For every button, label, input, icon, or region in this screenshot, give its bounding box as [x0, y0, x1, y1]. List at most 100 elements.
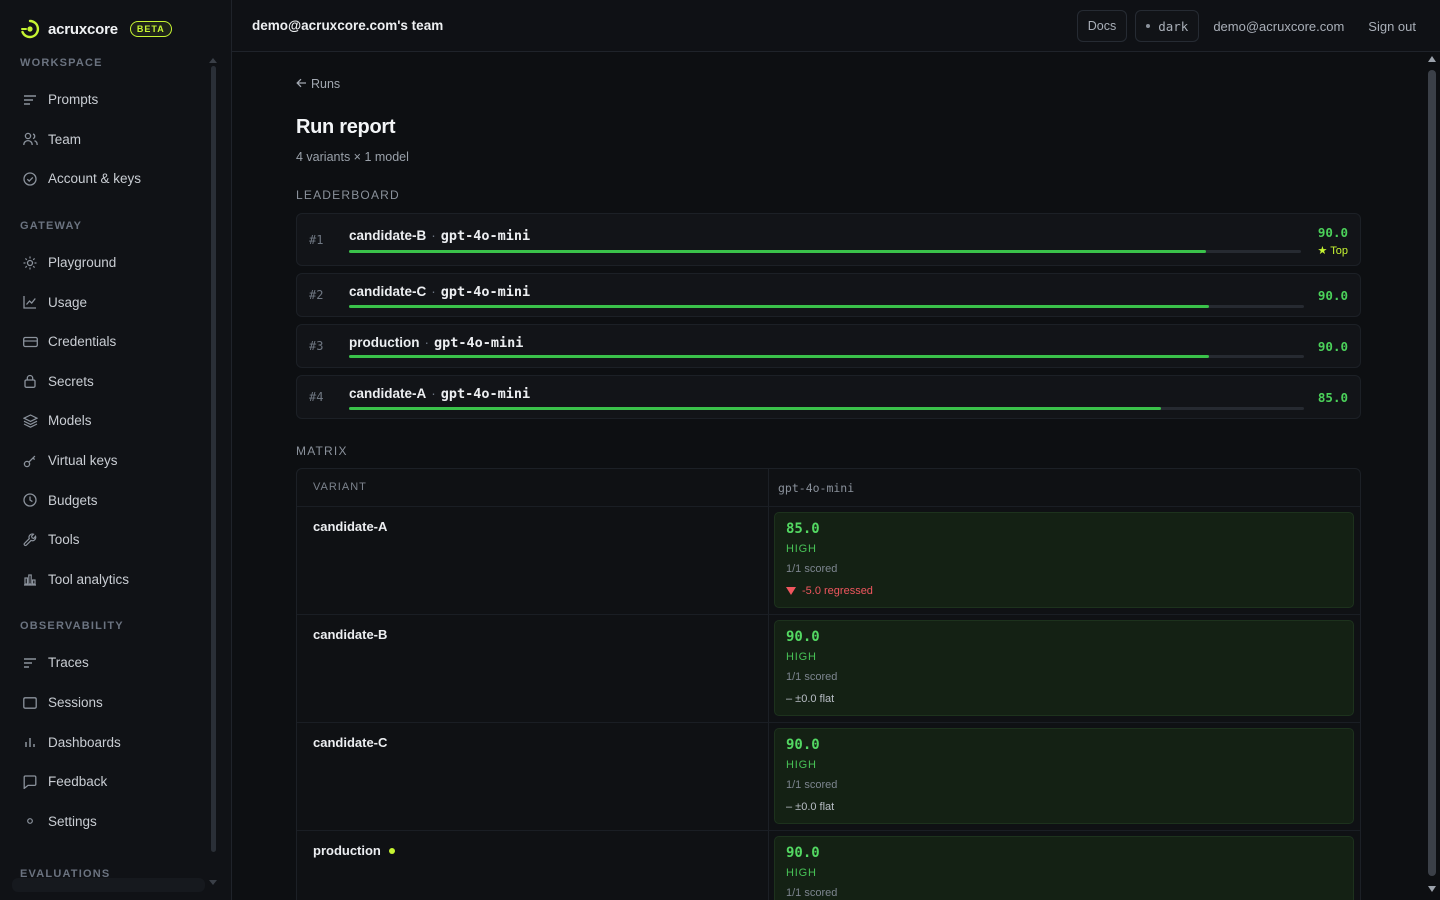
- sidebar-item-label: Account & keys: [48, 171, 142, 187]
- matrix-model-header: gpt-4o-mini: [778, 481, 855, 495]
- docs-button[interactable]: Docs: [1076, 10, 1128, 42]
- sidebar-item-traces[interactable]: Traces: [0, 643, 210, 683]
- leaderboard-variant: production: [349, 335, 420, 350]
- leaderboard-name: candidate-C · gpt-4o-mini: [349, 284, 531, 300]
- page-scrollbar[interactable]: [1424, 52, 1440, 900]
- leaderboard-rank: #1: [309, 233, 324, 247]
- matrix-variant-name: candidate-C: [313, 735, 388, 750]
- leaderboard-variant: candidate-B: [349, 228, 427, 243]
- top-badge: ★ Top: [1317, 245, 1348, 257]
- sign-out-button[interactable]: Sign out: [1358, 19, 1420, 34]
- window-icon: [22, 695, 38, 711]
- sidebar-item-label: Tools: [48, 532, 80, 548]
- sidebar-scroll-up-icon[interactable]: [209, 58, 217, 63]
- back-to-runs-link[interactable]: Runs: [296, 77, 340, 91]
- leaderboard-row[interactable]: #2 candidate-C · gpt-4o-mini 90.0: [296, 273, 1361, 317]
- sidebar-item-label: Dashboards: [48, 734, 121, 750]
- sidebar-item-label: Budgets: [48, 492, 98, 508]
- scroll-up-icon[interactable]: [1428, 56, 1436, 62]
- cell-delta-text: – ±0.0 flat: [786, 693, 835, 705]
- leaderboard-score: 90.0: [1317, 225, 1348, 240]
- cell-score: 90.0: [786, 845, 820, 861]
- sidebar-item-feedback[interactable]: Feedback: [0, 762, 210, 802]
- card-icon: [22, 334, 38, 350]
- cell-scored: 1/1 scored: [786, 779, 838, 791]
- sidebar-item-tools[interactable]: Tools: [0, 520, 210, 560]
- leaderboard-score: 85.0: [1317, 390, 1348, 405]
- cell-score: 90.0: [786, 629, 820, 645]
- sidebar-item-tool-analytics[interactable]: Tool analytics: [0, 560, 210, 600]
- sidebar-item-virtual-keys[interactable]: Virtual keys: [0, 441, 210, 481]
- cell-delta-text: – ±0.0 flat: [786, 801, 835, 813]
- matrix-row-variant: candidate-C: [313, 735, 387, 750]
- sidebar-item-label: Feedback: [48, 774, 108, 790]
- leaderboard-row[interactable]: #4 candidate-A · gpt-4o-mini 85.0: [296, 375, 1361, 419]
- sidebar-item-label: Prompts: [48, 92, 99, 108]
- page-title: Run report: [296, 116, 396, 138]
- brand[interactable]: acruxcore BETA: [20, 18, 172, 40]
- sidebar-item-playground[interactable]: Playground: [0, 243, 210, 283]
- sidebar-item-credentials[interactable]: Credentials: [0, 322, 210, 362]
- matrix-row-divider: [297, 614, 1360, 615]
- sidebar-item-models[interactable]: Models: [0, 401, 210, 441]
- matrix-variant-name: candidate-A: [313, 519, 388, 534]
- sidebar-item-label: Tool analytics: [48, 571, 130, 587]
- theme-toggle[interactable]: dark: [1135, 10, 1200, 42]
- dot-icon: [22, 813, 38, 829]
- sidebar-item-settings[interactable]: Settings: [0, 802, 210, 842]
- sidebar-item-dashboards[interactable]: Dashboards: [0, 722, 210, 762]
- sidebar-item-prompts[interactable]: Prompts: [0, 80, 210, 120]
- sidebar-item-sessions[interactable]: Sessions: [0, 683, 210, 723]
- sidebar-item-budgets[interactable]: Budgets: [0, 480, 210, 520]
- leaderboard-score-bar: [349, 250, 1301, 253]
- team-name[interactable]: demo@acruxcore.com's team: [252, 18, 443, 33]
- leaderboard-row[interactable]: #1 candidate-B · gpt-4o-mini 90.0 ★ Top: [296, 213, 1361, 266]
- leaderboard-model: gpt-4o-mini: [440, 228, 531, 244]
- sidebar-item-secrets[interactable]: Secrets: [0, 362, 210, 402]
- nav-section-workspace: WORKSPACE: [20, 57, 103, 69]
- sidebar-item-label: Settings: [48, 813, 97, 829]
- sidebar-item-account-keys[interactable]: Account & keys: [0, 159, 210, 199]
- cell-delta: -5.0 regressed: [786, 585, 873, 597]
- cell-delta-text: -5.0 regressed: [802, 585, 873, 597]
- cell-score: 90.0: [786, 737, 820, 753]
- leaderboard-model: gpt-4o-mini: [440, 386, 531, 402]
- back-label: Runs: [311, 77, 341, 91]
- leaderboard-row[interactable]: #3 production · gpt-4o-mini 90.0: [296, 324, 1361, 368]
- sidebar-item-peek: [12, 878, 205, 892]
- sun-icon: [22, 255, 38, 271]
- lock-icon: [22, 373, 38, 389]
- top-actions: Docs dark demo@acruxcore.com Sign out: [1076, 10, 1420, 42]
- nav-section-observability: OBSERVABILITY: [20, 620, 124, 633]
- sidebar-item-label: Team: [48, 131, 82, 147]
- scroll-down-icon[interactable]: [1428, 886, 1436, 892]
- scrollbar-thumb[interactable]: [1428, 70, 1436, 876]
- live-indicator-icon: [388, 847, 395, 854]
- columns-icon: [22, 734, 38, 750]
- sidebar-item-team[interactable]: Team: [0, 120, 210, 160]
- cell-score: 85.0: [786, 521, 820, 537]
- list-icon: [22, 92, 38, 108]
- matrix-header-divider: [297, 506, 1360, 507]
- leaderboard-rank: #4: [309, 390, 324, 404]
- matrix-cell[interactable]: 90.0 HIGH 1/1 scored: [774, 836, 1354, 900]
- sidebar-item-usage[interactable]: Usage: [0, 282, 210, 322]
- matrix-cell[interactable]: 90.0 HIGH 1/1 scored – ±0.0 flat: [774, 620, 1354, 716]
- matrix-cell[interactable]: 85.0 HIGH 1/1 scored -5.0 regressed: [774, 512, 1354, 608]
- matrix-row-divider: [297, 722, 1360, 723]
- sidebar-item-label: Playground: [48, 255, 117, 271]
- sidebar-item-label: Credentials: [48, 334, 117, 350]
- cell-level: HIGH: [786, 867, 817, 879]
- matrix-row-variant: production: [313, 843, 395, 858]
- sidebar-scroll-down-icon[interactable]: [209, 880, 217, 885]
- sidebar-scrollbar[interactable]: [211, 66, 216, 852]
- nav-section-gateway: GATEWAY: [20, 219, 83, 232]
- key-icon: [22, 453, 38, 469]
- matrix-cell[interactable]: 90.0 HIGH 1/1 scored – ±0.0 flat: [774, 728, 1354, 824]
- leaderboard-rank: #2: [309, 288, 324, 302]
- beta-badge: BETA: [129, 21, 172, 37]
- matrix-row-variant: candidate-A: [313, 519, 387, 534]
- leaderboard-name: production · gpt-4o-mini: [349, 335, 524, 351]
- user-email[interactable]: demo@acruxcore.com: [1207, 19, 1350, 34]
- leaderboard-variant: candidate-A: [349, 386, 427, 401]
